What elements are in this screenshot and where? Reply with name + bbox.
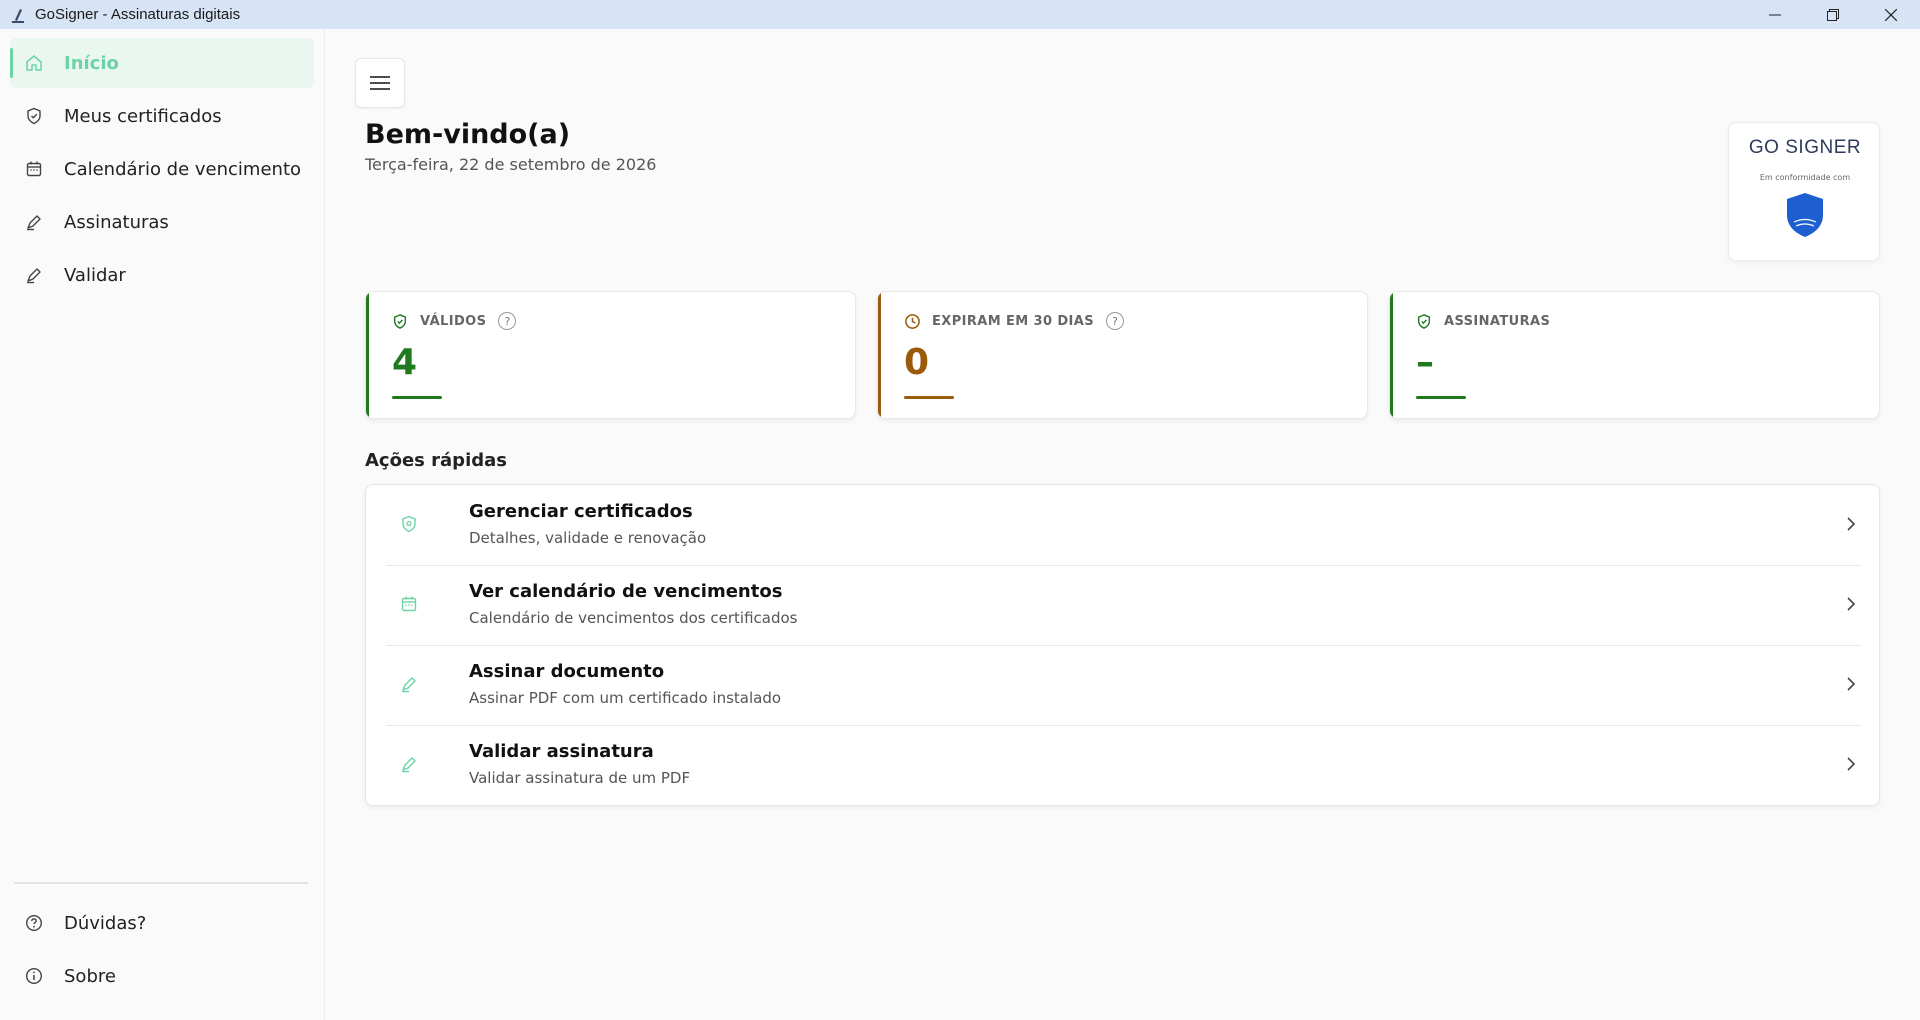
action-title: Gerenciar certificados [469,501,693,522]
action-title: Assinar documento [469,661,665,682]
question-icon [24,913,44,933]
maximize-button[interactable] [1804,0,1862,29]
minimize-icon [1769,14,1781,15]
chevron-right-icon [1841,593,1861,615]
action-title: Ver calendário de vencimentos [469,581,783,602]
hamburger-icon [370,76,390,90]
window-controls [1746,0,1920,29]
card-accent [366,292,369,418]
restore-icon [1827,8,1839,21]
clock-icon [904,312,922,330]
chevron-right-icon [1841,513,1861,535]
sidebar-item-label: Calendário de vencimento [64,158,302,180]
current-date: Terça-feira, 22 de setembro de 2026 [365,155,657,174]
action-description: Assinar PDF com um certificado instalado [469,689,782,707]
stat-value: 4 [392,342,418,383]
sidebar-item-inicio[interactable]: Início [10,38,314,88]
sidebar: Início Meus certificados Calendário de v… [0,29,325,1020]
stat-underline [904,396,954,399]
shield-icon [24,106,44,126]
sidebar-item-label: Início [64,52,119,74]
stat-label: VÁLIDOS [420,313,487,329]
pen-icon [398,673,420,695]
action-description: Validar assinatura de um PDF [469,769,691,787]
home-icon [24,53,44,73]
icp-brasil-badge-icon [1787,193,1823,237]
sidebar-item-duvidas[interactable]: Dúvidas? [10,898,314,948]
sidebar-item-assinaturas[interactable]: Assinaturas [10,197,314,247]
sidebar-item-label: Validar [64,264,126,286]
title-bar: GoSigner - Assinaturas digitais [0,0,1920,29]
action-assinar-documento[interactable]: Assinar documento Assinar PDF com um cer… [386,645,1861,725]
action-description: Calendário de vencimentos dos certificad… [469,609,798,627]
page-title: Bem-vindo(a) [365,119,571,150]
action-validar-assinatura[interactable]: Validar assinatura Validar assinatura de… [386,725,1861,805]
pen-icon [398,753,420,775]
shield-check-icon [392,312,410,330]
menu-toggle-button[interactable] [355,58,405,108]
sidebar-item-validar[interactable]: Validar [10,250,314,300]
chevron-right-icon [1841,753,1861,775]
shield-check-icon [1416,312,1434,330]
chevron-right-icon [1841,673,1861,695]
gosigner-logo-card: GO SIGNER Em conformidade com [1728,122,1880,261]
close-button[interactable] [1862,0,1920,29]
stat-underline [392,396,442,399]
close-icon [1885,8,1897,21]
help-button[interactable]: ? [1106,312,1125,330]
sidebar-item-label: Sobre [64,965,116,987]
stat-card-assinaturas: ASSINATURAS – [1389,291,1880,419]
sidebar-item-certificados[interactable]: Meus certificados [10,91,314,141]
action-gerenciar-certificados[interactable]: Gerenciar certificados Detalhes, validad… [386,485,1861,565]
window-title: GoSigner - Assinaturas digitais [35,6,241,23]
action-title: Validar assinatura [469,741,654,762]
stat-value: – [1416,342,1434,383]
sidebar-item-label: Dúvidas? [64,912,147,934]
sidebar-divider [14,882,308,884]
active-indicator [10,48,13,78]
sidebar-item-label: Meus certificados [64,105,222,127]
stat-label: EXPIRAM EM 30 DIAS [932,313,1095,329]
help-button[interactable]: ? [498,312,517,330]
pen-icon [24,265,44,285]
app-logo-icon [9,5,27,25]
stat-card-validos: VÁLIDOS ? 4 [365,291,856,419]
sidebar-item-label: Assinaturas [64,211,169,233]
quick-actions-list: Gerenciar certificados Detalhes, validad… [365,484,1880,806]
conformity-text: Em conformidade com [1759,173,1851,182]
info-icon [24,966,44,986]
stat-card-expiram: EXPIRAM EM 30 DIAS ? 0 [877,291,1368,419]
sidebar-item-sobre[interactable]: Sobre [10,951,314,1001]
action-ver-calendario[interactable]: Ver calendário de vencimentos Calendário… [386,565,1861,645]
card-accent [1390,292,1393,418]
action-description: Detalhes, validade e renovação [469,529,707,547]
shield-icon [398,513,420,535]
stat-underline [1416,396,1466,399]
stat-label: ASSINATURAS [1444,313,1551,329]
quick-actions-title: Ações rápidas [365,450,507,471]
calendar-icon [398,593,420,615]
sidebar-item-calendario[interactable]: Calendário de vencimento [10,144,314,194]
pen-icon [24,212,44,232]
minimize-button[interactable] [1746,0,1804,29]
calendar-icon [24,159,44,179]
card-accent [878,292,881,418]
stat-value: 0 [904,342,930,383]
brand-logo-text: GO SIGNER [1748,137,1862,158]
